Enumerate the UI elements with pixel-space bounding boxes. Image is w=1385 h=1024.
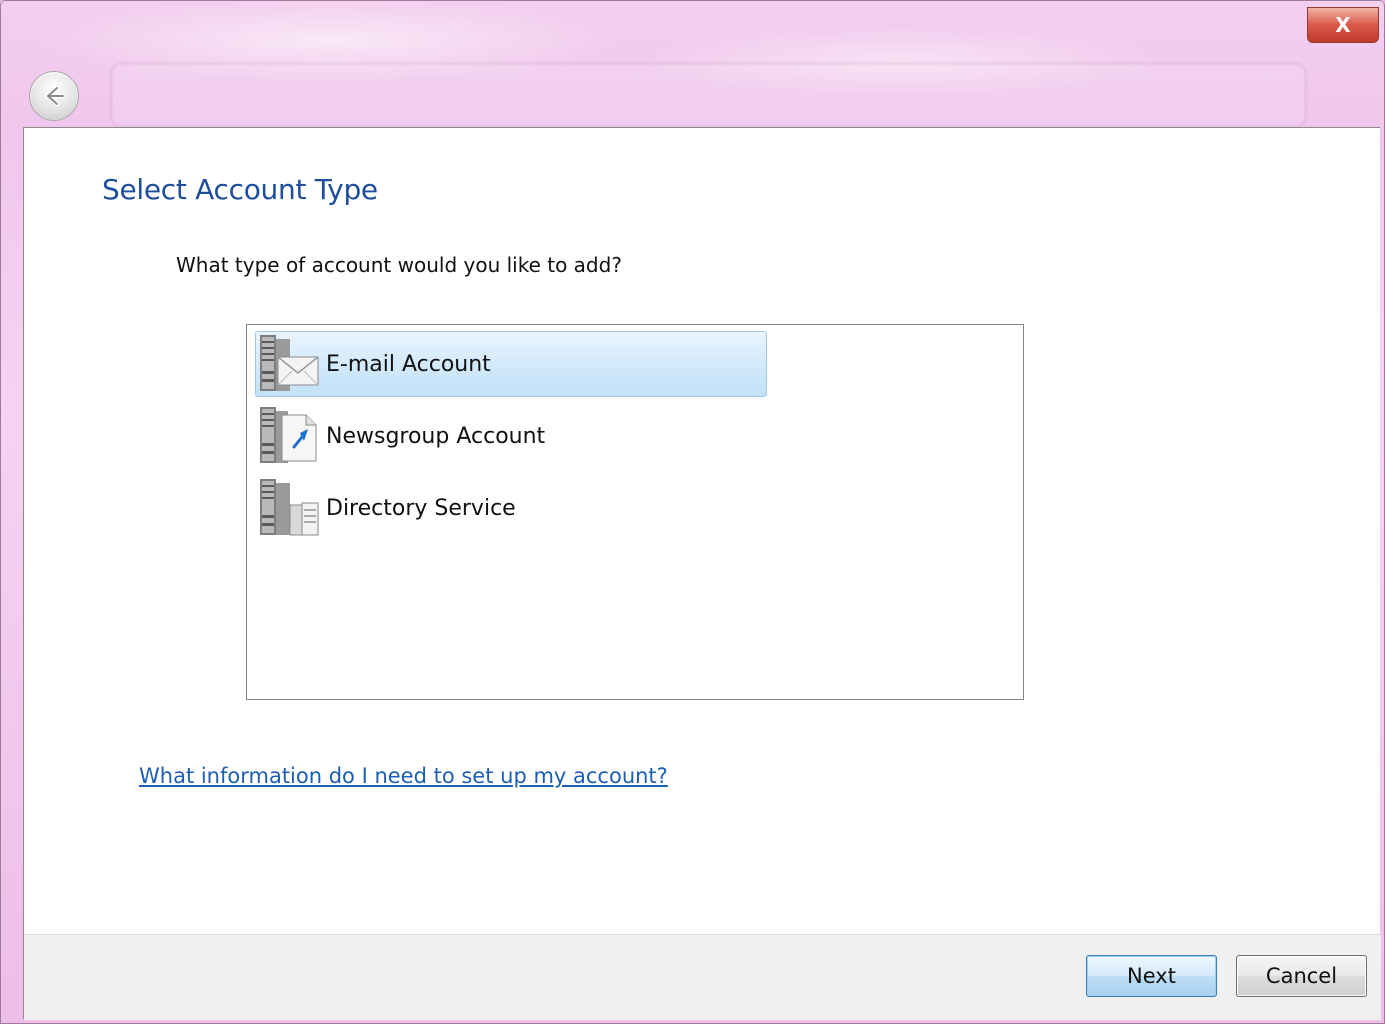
account-type-item-directory[interactable]: Directory Service bbox=[255, 475, 767, 541]
dialog-footer: Next Cancel bbox=[24, 934, 1381, 1020]
email-server-icon bbox=[260, 335, 319, 391]
account-type-item-email[interactable]: E-mail Account bbox=[255, 331, 767, 397]
dialog-client-area: Select Account Type What type of account… bbox=[23, 127, 1381, 1020]
directory-server-icon bbox=[260, 479, 319, 536]
close-icon: X bbox=[1335, 13, 1351, 37]
cancel-button[interactable]: Cancel bbox=[1236, 955, 1367, 997]
account-type-item-newsgroup[interactable]: Newsgroup Account bbox=[255, 403, 767, 469]
account-type-label: E-mail Account bbox=[326, 351, 491, 377]
back-arrow-icon bbox=[46, 86, 65, 106]
back-button[interactable] bbox=[29, 71, 79, 121]
close-button[interactable]: X bbox=[1307, 7, 1379, 43]
account-type-label: Newsgroup Account bbox=[326, 423, 546, 449]
next-button[interactable]: Next bbox=[1086, 955, 1217, 997]
account-info-help-link[interactable]: What information do I need to set up my … bbox=[139, 764, 668, 788]
newsgroup-server-icon bbox=[260, 407, 317, 463]
background-window-blur bbox=[111, 63, 1306, 127]
account-type-list[interactable]: E-mail Account Newsgroup Account Directo… bbox=[246, 324, 1024, 700]
page-title: Select Account Type bbox=[102, 173, 378, 206]
account-type-prompt: What type of account would you like to a… bbox=[176, 253, 622, 277]
window-frame: X Select Account Type What type of accou… bbox=[0, 0, 1385, 1024]
account-type-label: Directory Service bbox=[326, 495, 516, 521]
